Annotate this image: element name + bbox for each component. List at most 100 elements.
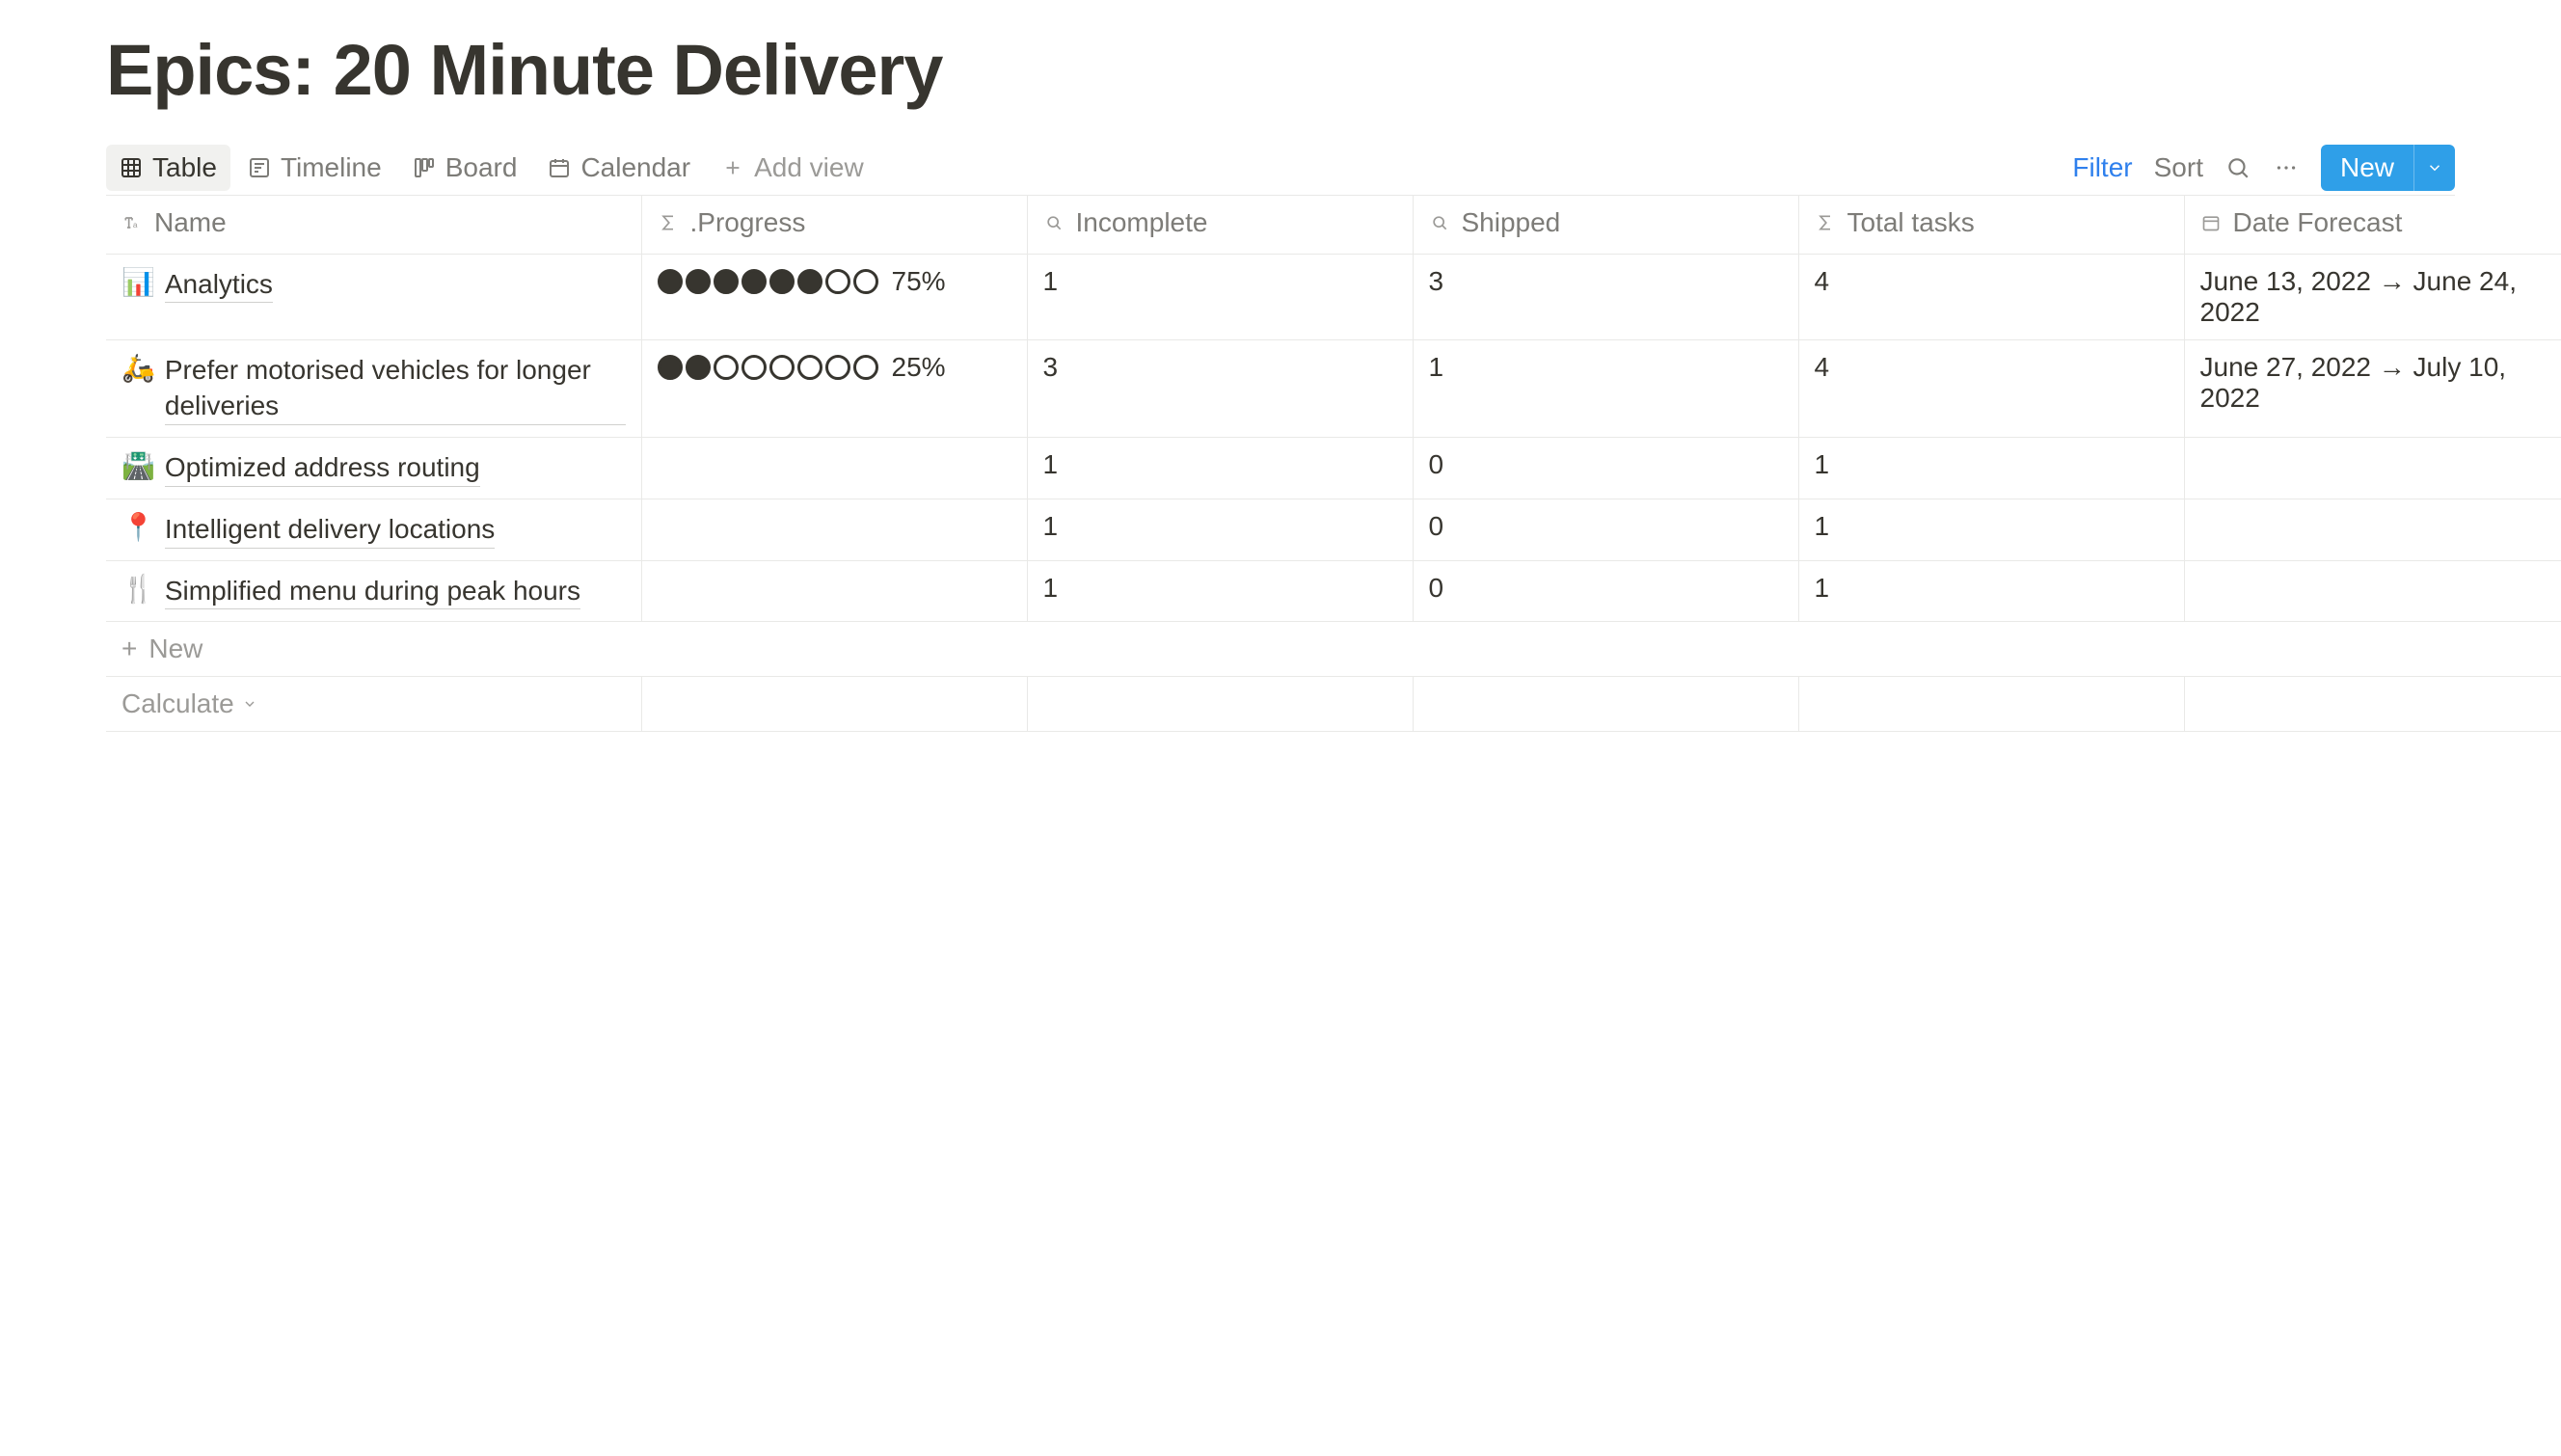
table-icon <box>120 156 143 179</box>
table-row[interactable]: 🍴Simplified menu during peak hours101 <box>106 560 2561 622</box>
column-header-shipped[interactable]: Shipped <box>1413 196 1798 254</box>
cell-total: 4 <box>1798 254 2184 339</box>
progress-dot <box>741 269 767 294</box>
sigma-icon <box>658 212 679 233</box>
text-icon: a <box>121 212 143 233</box>
search-icon[interactable] <box>2224 154 2251 181</box>
table-header-row: a Name .Progress Incomple <box>106 196 2561 254</box>
column-header-incomplete[interactable]: Incomplete <box>1027 196 1413 254</box>
column-label: Shipped <box>1462 207 1561 238</box>
column-header-total[interactable]: Total tasks <box>1798 196 2184 254</box>
column-label: Total tasks <box>1847 207 1975 238</box>
cell-shipped: 0 <box>1413 438 1798 499</box>
column-header-progress[interactable]: .Progress <box>641 196 1027 254</box>
row-emoji-icon: 📍 <box>121 511 155 543</box>
progress-dot <box>825 355 850 380</box>
table-row[interactable]: 📍Intelligent delivery locations 101 <box>106 499 2561 560</box>
cell-shipped: 0 <box>1413 560 1798 622</box>
progress-dot <box>797 355 822 380</box>
column-label: Name <box>154 207 227 238</box>
column-label: .Progress <box>690 207 806 238</box>
svg-text:a: a <box>133 220 138 229</box>
plus-icon <box>721 156 744 179</box>
progress-dot <box>741 355 767 380</box>
tab-label: Board <box>445 152 518 183</box>
sort-button[interactable]: Sort <box>2154 152 2203 183</box>
progress-dot <box>769 355 795 380</box>
row-name-text: Analytics <box>165 266 273 304</box>
add-view-label: Add view <box>754 152 864 183</box>
calendar-icon <box>548 156 571 179</box>
calendar-icon <box>2200 212 2222 233</box>
cell-incomplete: 1 <box>1027 438 1413 499</box>
cell-name[interactable]: 📍Intelligent delivery locations <box>106 499 641 560</box>
progress-dot <box>769 269 795 294</box>
add-view-button[interactable]: Add view <box>708 145 877 191</box>
progress-dot <box>714 269 739 294</box>
progress-dot <box>853 355 878 380</box>
progress-dots <box>658 269 878 294</box>
table-row[interactable]: 📊 Analytics 75% 134June 13, 2022 → June 24,… <box>106 254 2561 339</box>
cell-date: June 27, 2022 → July 10, 2022 <box>2184 339 2561 438</box>
cell-date <box>2184 560 2561 622</box>
tab-timeline[interactable]: Timeline <box>234 145 395 191</box>
cell-progress: 75% <box>641 254 1027 339</box>
progress-dot <box>658 269 683 294</box>
cell-name[interactable]: 🛵Prefer motorised vehicles for longer de… <box>106 339 641 438</box>
cell-incomplete: 1 <box>1027 499 1413 560</box>
cell-total: 1 <box>1798 499 2184 560</box>
column-label: Incomplete <box>1076 207 1208 238</box>
progress-dot <box>797 269 822 294</box>
cell-shipped: 1 <box>1413 339 1798 438</box>
table-controls: Filter Sort New <box>2072 145 2455 191</box>
column-header-date[interactable]: Date Forecast <box>2184 196 2561 254</box>
cell-total: 1 <box>1798 438 2184 499</box>
row-name-text: Simplified menu during peak hours <box>165 573 580 610</box>
progress-dot <box>686 355 711 380</box>
more-icon[interactable] <box>2273 154 2300 181</box>
row-emoji-icon: 📊 <box>121 266 155 298</box>
row-emoji-icon: 🛵 <box>121 352 155 384</box>
cell-incomplete: 1 <box>1027 254 1413 339</box>
new-button-dropdown[interactable] <box>2414 145 2455 191</box>
new-row-button[interactable]: +New <box>106 622 2561 677</box>
new-button-label[interactable]: New <box>2321 145 2414 191</box>
cell-name[interactable]: 🍴Simplified menu during peak hours <box>106 560 641 622</box>
row-emoji-icon: 🛣️ <box>121 449 155 481</box>
view-tabs: Table Timeline Board Calendar Add view <box>106 145 877 191</box>
cell-date <box>2184 438 2561 499</box>
calculate-label: Calculate <box>121 688 234 719</box>
calculate-row: Calculate <box>106 677 2561 732</box>
table-row[interactable]: 🛵Prefer motorised vehicles for longer de… <box>106 339 2561 438</box>
cell-name[interactable]: 📊 Analytics <box>106 254 641 339</box>
tab-label: Table <box>152 152 217 183</box>
progress-dot <box>658 355 683 380</box>
cell-progress: 25% <box>641 339 1027 438</box>
tab-board[interactable]: Board <box>399 145 531 191</box>
cell-shipped: 0 <box>1413 499 1798 560</box>
cell-shipped: 3 <box>1413 254 1798 339</box>
chevron-down-icon <box>242 696 257 712</box>
cell-total: 4 <box>1798 339 2184 438</box>
cell-progress <box>641 438 1027 499</box>
view-bar: Table Timeline Board Calendar Add view <box>106 140 2455 196</box>
new-button: New <box>2321 145 2455 191</box>
tab-table[interactable]: Table <box>106 145 230 191</box>
column-label: Date Forecast <box>2233 207 2403 238</box>
cell-progress <box>641 560 1027 622</box>
progress-dots <box>658 355 878 380</box>
progress-percent: 75% <box>892 266 946 297</box>
search-icon <box>1043 212 1065 233</box>
cell-date: June 13, 2022 → June 24, 2022 <box>2184 254 2561 339</box>
table-row[interactable]: 🛣️Optimized address routing 101 <box>106 438 2561 499</box>
cell-name[interactable]: 🛣️Optimized address routing <box>106 438 641 499</box>
tab-calendar[interactable]: Calendar <box>534 145 704 191</box>
calculate-button[interactable]: Calculate <box>106 677 641 732</box>
cell-progress <box>641 499 1027 560</box>
progress-dot <box>825 269 850 294</box>
board-icon <box>413 156 436 179</box>
filter-button[interactable]: Filter <box>2072 152 2132 183</box>
column-header-name[interactable]: a Name <box>106 196 641 254</box>
progress-dot <box>686 269 711 294</box>
new-row-label: New <box>148 634 202 663</box>
